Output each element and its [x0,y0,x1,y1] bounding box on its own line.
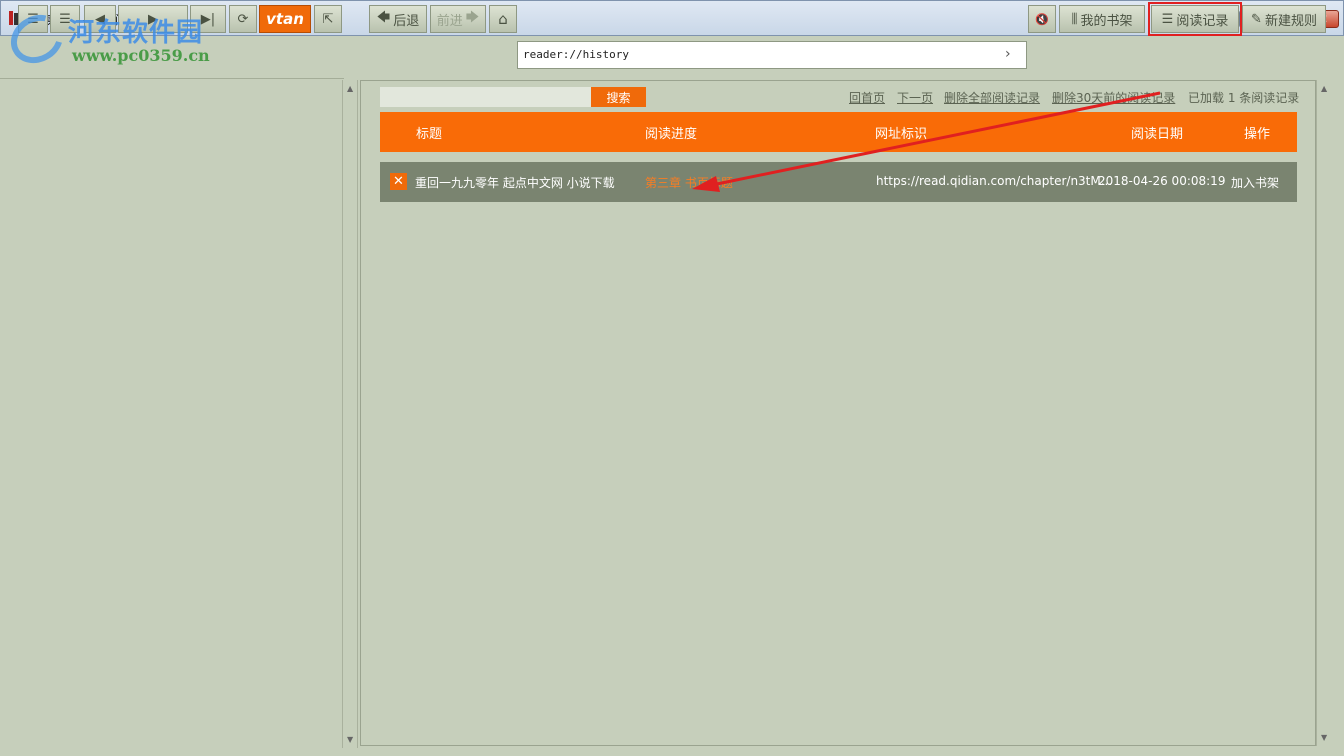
history-button[interactable]: ☰ 阅读记录 [1148,2,1242,36]
header-date: 阅读日期 [1131,127,1184,142]
record-date: 2018-04-26 00:08:19 [1098,174,1226,188]
export-button[interactable]: ⇱ [314,5,342,33]
record-progress[interactable]: 第三章 书页标题 [645,174,733,191]
bookshelf-label: 我的书架 [1080,13,1133,29]
sidebar-toggle-button[interactable]: ☰ [18,5,48,33]
mute-button[interactable]: 🔇 [1028,5,1056,33]
home-button[interactable]: ⌂ [489,5,517,33]
forward-button[interactable]: 前进 🡆 [430,5,486,33]
refresh-icon: ⟳ [237,11,249,27]
delete-all-link[interactable]: 删除全部阅读记录 [944,89,1040,106]
record-title[interactable]: 重回一九九零年 起点中文网 小说下载 [415,174,615,191]
home-icon: ⌂ [498,10,508,28]
header-progress: 阅读进度 [645,127,698,142]
search-input[interactable] [380,87,592,107]
header-url: 网址标识 [875,127,928,142]
header-title: 标题 [416,127,443,142]
next-chapter-button[interactable]: ▶ [118,5,188,33]
scroll-up-icon[interactable]: ▲ [1321,84,1327,93]
list-icon: ☰ [1161,11,1174,27]
forward-arrow-icon: 🡆 [465,10,480,25]
search-button[interactable]: 搜索 [591,87,646,107]
prev-icon: ◀ [95,11,105,27]
add-to-shelf-link[interactable]: 加入书架 [1231,174,1279,191]
skip-end-icon: ▶| [200,11,216,27]
menu-icon: ☰ [27,11,39,27]
vtan-logo: vtan [266,10,304,28]
table-row[interactable]: ✕ 重回一九九零年 起点中文网 小说下载 第三章 书页标题 https://re… [380,162,1297,202]
scroll-down-icon[interactable]: ▼ [347,735,353,744]
list-icon: ☰ [59,11,71,27]
delete-record-icon[interactable]: ✕ [390,173,407,190]
vtan-button[interactable]: vtan [259,5,311,33]
forward-label: 前进 [436,13,463,29]
export-icon: ⇱ [322,11,334,27]
menu-button[interactable]: ☰ [50,5,80,33]
left-scrollbar[interactable]: ▲ ▼ [342,80,358,748]
refresh-button[interactable]: ⟳ [229,5,257,33]
new-rule-button[interactable]: ✎ 新建规则 [1242,5,1326,33]
history-label: 阅读记录 [1176,13,1229,29]
bookshelf-icon: ⫼ [1071,11,1078,27]
mute-icon: 🔇 [1035,12,1049,26]
prev-chapter-button[interactable]: ◀ [84,5,116,33]
back-button[interactable]: 🡄 后退 [369,5,427,33]
edit-icon: ✎ [1251,11,1262,27]
new-rule-label: 新建规则 [1264,13,1317,29]
home-link[interactable]: 回首页 [849,89,885,106]
record-url: https://read.qidian.com/chapter/n3tM... [876,174,1113,188]
back-arrow-icon: 🡄 [376,10,391,25]
left-sidebar [0,78,344,746]
table-header: 标题 阅读进度 网址标识 阅读日期 操作 [380,112,1297,152]
next-page-link[interactable]: 下一页 [897,89,933,106]
go-icon[interactable]: › [1005,46,1011,62]
main-scrollbar[interactable]: ▲ ▼ [1316,80,1332,746]
delete-old-link[interactable]: 删除30天前的阅读记录 [1052,89,1175,106]
last-chapter-button[interactable]: ▶| [190,5,226,33]
loaded-count: 已加载 1 条阅读记录 [1188,91,1300,105]
header-action: 操作 [1244,127,1271,142]
back-label: 后退 [393,13,420,29]
address-bar[interactable]: reader://history [517,41,1027,69]
scroll-up-icon[interactable]: ▲ [347,84,353,93]
next-icon: ▶ [148,11,158,27]
bookshelf-button[interactable]: ⫼ 我的书架 [1059,5,1145,33]
scroll-down-icon[interactable]: ▼ [1321,733,1327,742]
